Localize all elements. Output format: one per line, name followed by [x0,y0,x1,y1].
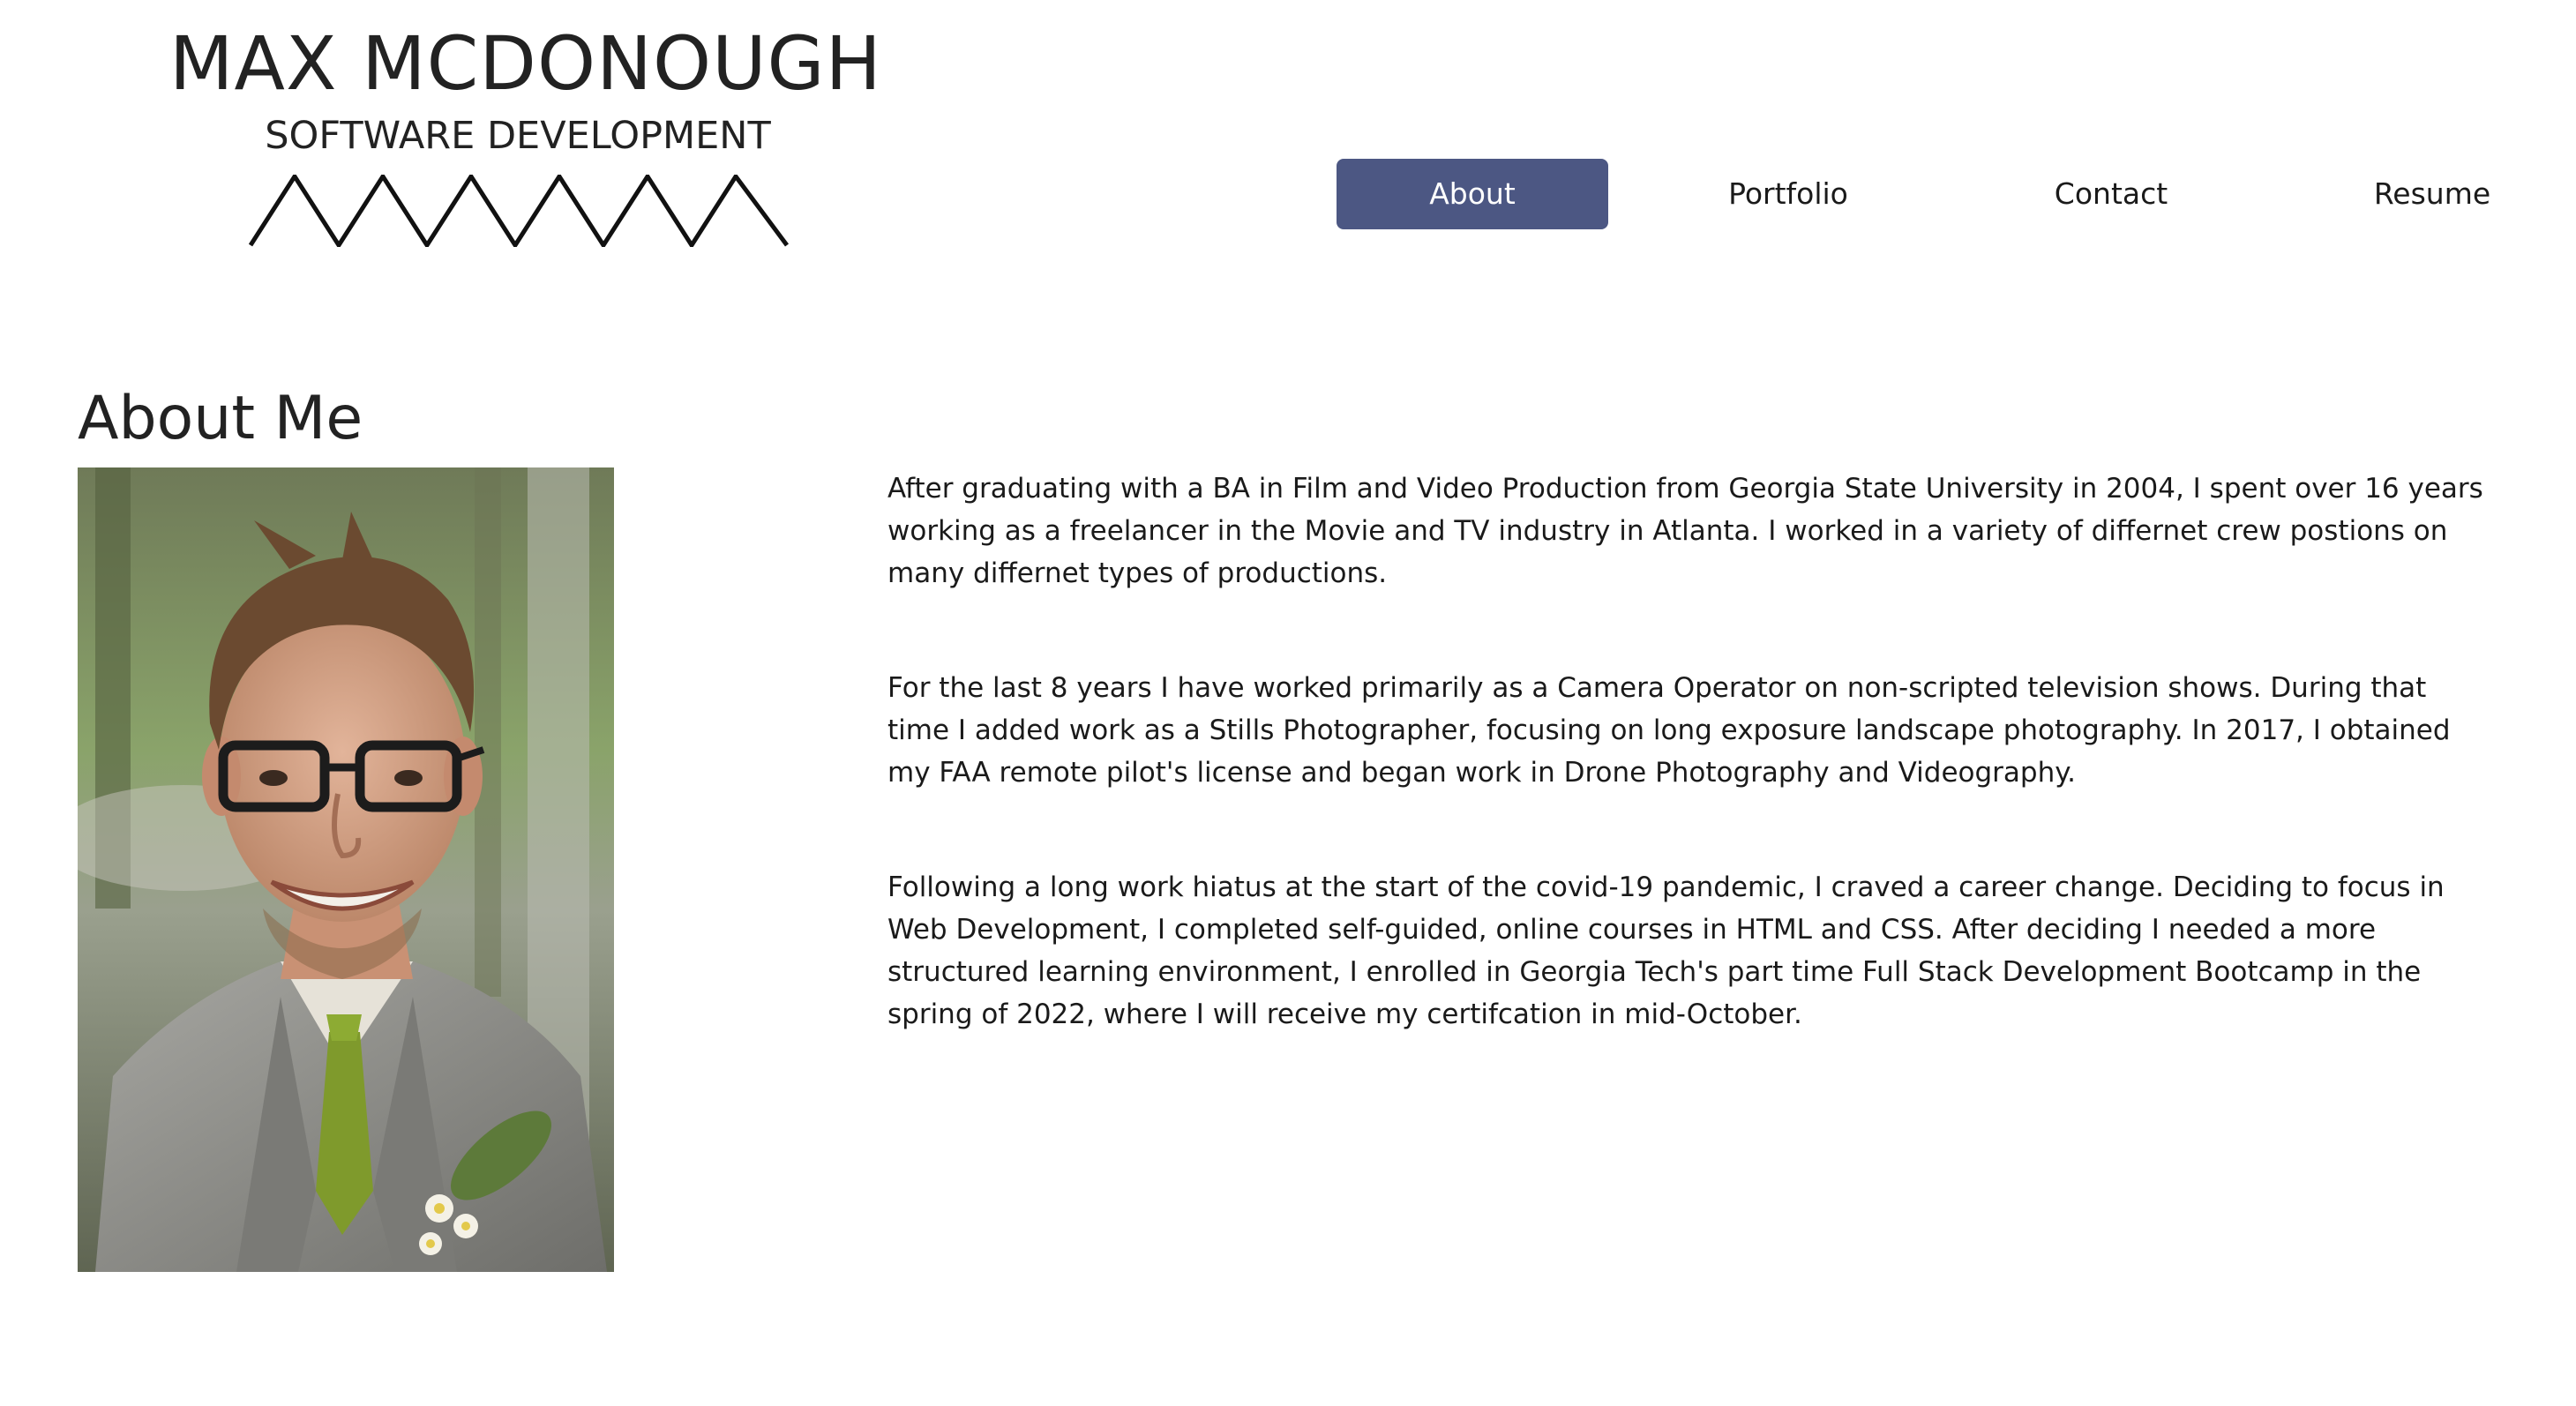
portrait-illustration [78,467,614,1272]
bio-paragraph: For the last 8 years I have worked prima… [887,672,2451,789]
nav-contact-link[interactable]: Contact [1979,159,2243,229]
nav-resume-link[interactable]: Resume [2300,159,2565,229]
nav-about-link[interactable]: About [1337,159,1608,229]
brand-header: MAX MCDONOUGH SOFTWARE DEVELOPMENT [169,19,882,161]
site-name: MAX MCDONOUGH [169,20,882,107]
bio-paragraph: After graduating with a BA in Film and V… [887,473,2483,589]
main-nav: About Portfolio Contact Resume [1337,159,2510,229]
about-bio: After graduating with a BA in Film and V… [887,467,2493,1108]
nav-portfolio-link[interactable]: Portfolio [1656,159,1921,229]
site-subtitle: SOFTWARE DEVELOPMENT [265,114,771,158]
zigzag-logo-icon [249,175,789,247]
bio-paragraph: Following a long work hiatus at the star… [887,871,2445,1030]
about-heading: About Me [78,384,363,453]
profile-photo [78,467,614,1272]
